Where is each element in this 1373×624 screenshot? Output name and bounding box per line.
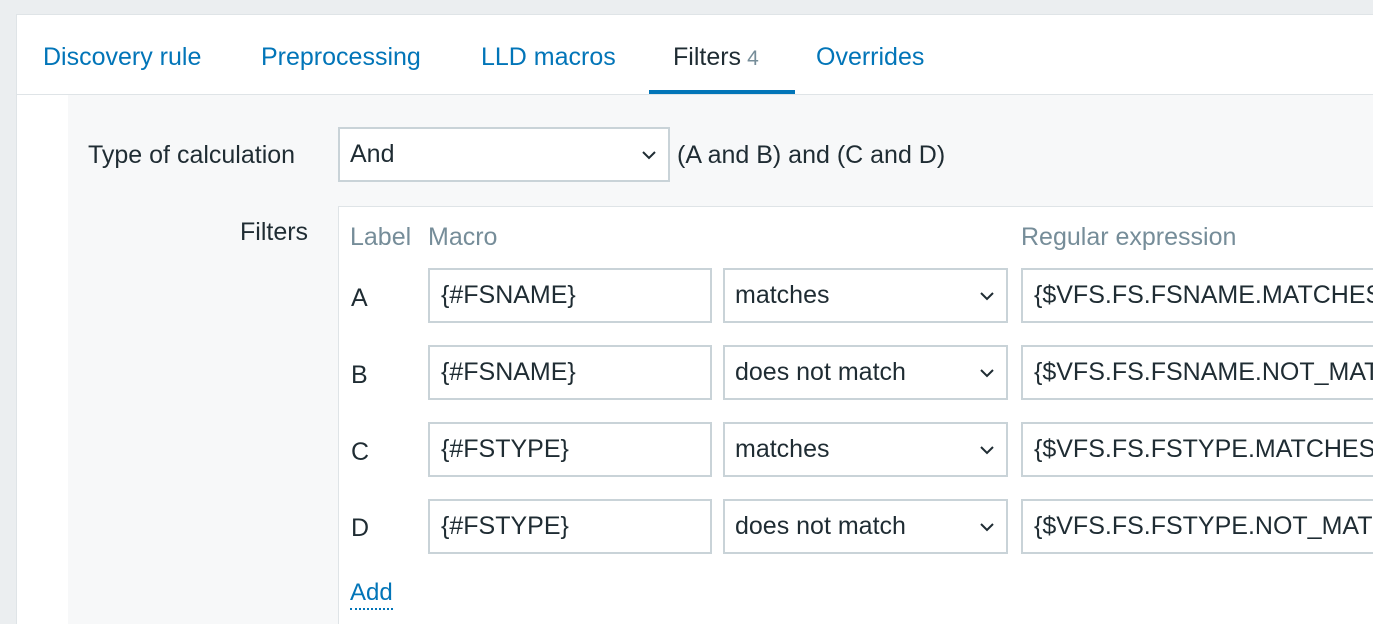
type-of-calculation-label: Type of calculation xyxy=(88,141,296,169)
operator-select[interactable]: does not match xyxy=(723,499,1008,554)
macro-input[interactable]: {#FSTYPE} xyxy=(428,422,712,477)
tab-filters-count-badge: 4 xyxy=(747,47,759,70)
chevron-down-icon xyxy=(980,291,994,300)
chevron-down-icon xyxy=(980,445,994,454)
filter-row-label: B xyxy=(351,361,368,389)
operator-select[interactable]: does not match xyxy=(723,345,1008,400)
tab-filters[interactable]: Filters 4 xyxy=(673,41,759,95)
tab-overrides[interactable]: Overrides xyxy=(816,41,924,95)
filter-row-label: D xyxy=(351,514,370,542)
operator-select[interactable]: matches xyxy=(723,422,1008,477)
page-background: Discovery rule Preprocessing LLD macros … xyxy=(0,0,1373,624)
tab-discovery-rule[interactable]: Discovery rule xyxy=(43,41,201,95)
active-tab-indicator xyxy=(649,90,795,94)
filter-row-label: C xyxy=(351,438,370,466)
filter-row-label: A xyxy=(351,284,368,312)
macro-input[interactable]: {#FSNAME} xyxy=(428,268,712,323)
chevron-down-icon xyxy=(980,522,994,531)
tab-filters-label: Filters xyxy=(673,43,742,71)
column-header-macro: Macro xyxy=(428,223,498,251)
calculation-formula: (A and B) and (C and D) xyxy=(677,141,946,169)
type-of-calculation-value: And xyxy=(350,140,395,168)
macro-input[interactable]: {#FSTYPE} xyxy=(428,499,712,554)
filters-label: Filters xyxy=(240,218,309,246)
tab-preprocessing[interactable]: Preprocessing xyxy=(261,41,421,95)
tab-bar: Discovery rule Preprocessing LLD macros … xyxy=(17,15,1373,95)
operator-select[interactable]: matches xyxy=(723,268,1008,323)
add-filter-link[interactable]: Add xyxy=(350,578,393,610)
regular-expression-input[interactable]: {$VFS.FS.FSNAME.MATCHES} xyxy=(1021,268,1373,323)
regular-expression-input[interactable]: {$VFS.FS.FSTYPE.NOT_MATCHES} xyxy=(1021,499,1373,554)
operator-value: does not match xyxy=(735,358,906,386)
operator-value: does not match xyxy=(735,512,906,540)
operator-value: matches xyxy=(735,435,830,463)
regular-expression-input[interactable]: {$VFS.FS.FSNAME.NOT_MATCHES} xyxy=(1021,345,1373,400)
column-header-label: Label xyxy=(350,223,412,251)
column-header-regular-expression: Regular expression xyxy=(1021,223,1237,251)
tab-lld-macros[interactable]: LLD macros xyxy=(481,41,616,95)
type-of-calculation-select[interactable]: And xyxy=(338,127,670,182)
regular-expression-input[interactable]: {$VFS.FS.FSTYPE.MATCHES} xyxy=(1021,422,1373,477)
macro-input[interactable]: {#FSNAME} xyxy=(428,345,712,400)
operator-value: matches xyxy=(735,281,830,309)
chevron-down-icon xyxy=(980,368,994,377)
chevron-down-icon xyxy=(642,150,656,159)
